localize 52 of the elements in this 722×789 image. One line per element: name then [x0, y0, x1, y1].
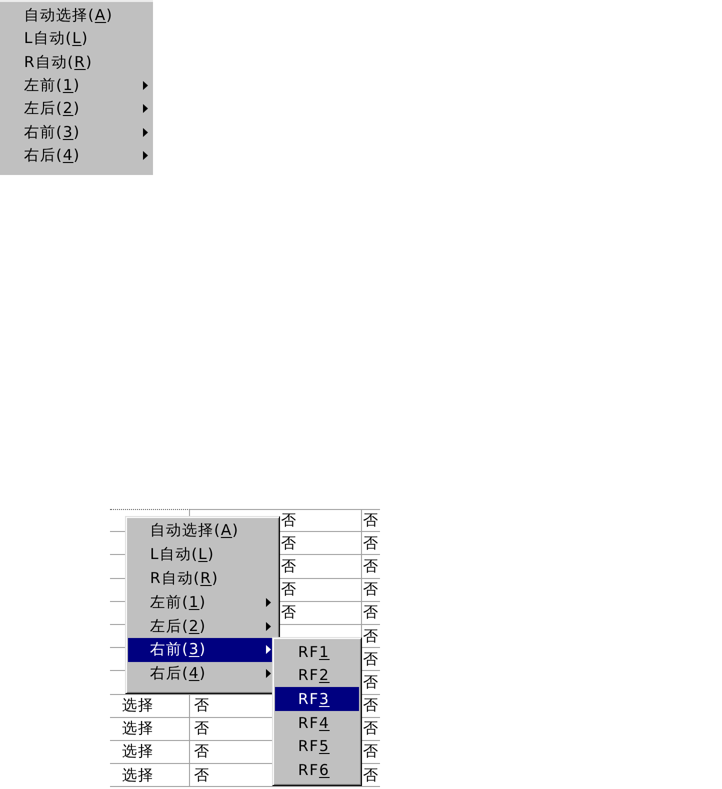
menu-item[interactable]: RF3 — [275, 687, 359, 711]
cell-text: 否 — [363, 766, 379, 785]
cell-text: 否 — [194, 719, 210, 738]
cell-text: 选择 — [122, 719, 154, 738]
cell-text: 否 — [194, 766, 210, 785]
menu-item[interactable]: L自动(L) — [0, 27, 153, 51]
cell-text: 选择 — [122, 696, 154, 716]
cell-text: 否 — [363, 696, 379, 716]
menu-item[interactable]: 自动选择(A) — [128, 519, 277, 543]
cell-text: 否 — [363, 719, 379, 738]
menu-item[interactable]: RF5 — [275, 734, 359, 758]
menu-item[interactable]: 右前(3) — [0, 120, 153, 144]
menu-item[interactable]: RF1 — [275, 640, 359, 664]
cell-text: 否 — [363, 672, 379, 692]
menu-item[interactable]: 自动选择(A) — [0, 4, 153, 28]
menu-item[interactable]: RF4 — [275, 710, 359, 734]
submenu-arrow-icon — [266, 622, 271, 631]
cell-text: 否 — [363, 650, 379, 669]
cell-text: 否 — [194, 742, 210, 762]
menu-item[interactable]: 左前(1) — [0, 74, 153, 98]
cell-text: 否 — [281, 603, 297, 622]
menu-item[interactable]: RF6 — [275, 758, 359, 782]
cell-text: 否 — [281, 580, 297, 600]
menu-item[interactable]: 右后(4) — [128, 662, 277, 686]
submenu-arrow-icon — [266, 598, 271, 607]
cell-text: 选择 — [122, 766, 154, 785]
menu-item[interactable]: 右后(4) — [0, 144, 153, 168]
cell-text: 选择 — [122, 742, 154, 762]
cell-text: 否 — [281, 556, 297, 576]
menu-item[interactable]: RF2 — [275, 664, 359, 688]
menu-item[interactable]: 左前(1) — [128, 590, 277, 614]
cell-text: 否 — [363, 580, 379, 600]
menu-item[interactable]: 左后(2) — [128, 614, 277, 638]
cell-text: 否 — [281, 511, 297, 530]
submenu-arrow-icon — [143, 150, 148, 160]
submenu-arrow-icon — [266, 669, 271, 678]
cell-text: 否 — [363, 603, 379, 622]
submenu-arrow-icon — [143, 128, 148, 137]
menu-item[interactable]: L自动(L) — [128, 542, 277, 567]
menu-item[interactable]: R自动(R) — [0, 50, 153, 74]
cell-text: 否 — [363, 626, 379, 646]
menu-item[interactable]: R自动(R) — [128, 566, 277, 590]
cell-text: 否 — [363, 742, 379, 762]
cell-text: 否 — [194, 696, 210, 716]
cell-text: 否 — [281, 534, 297, 553]
cell-text: 否 — [363, 511, 379, 530]
submenu-arrow-icon — [143, 81, 148, 90]
submenu-arrow-icon — [266, 645, 271, 654]
submenu-arrow-icon — [143, 104, 148, 114]
cell-text: 否 — [363, 534, 379, 553]
menu-item[interactable]: 左后(2) — [0, 97, 153, 120]
cell-text: 否 — [363, 556, 379, 576]
